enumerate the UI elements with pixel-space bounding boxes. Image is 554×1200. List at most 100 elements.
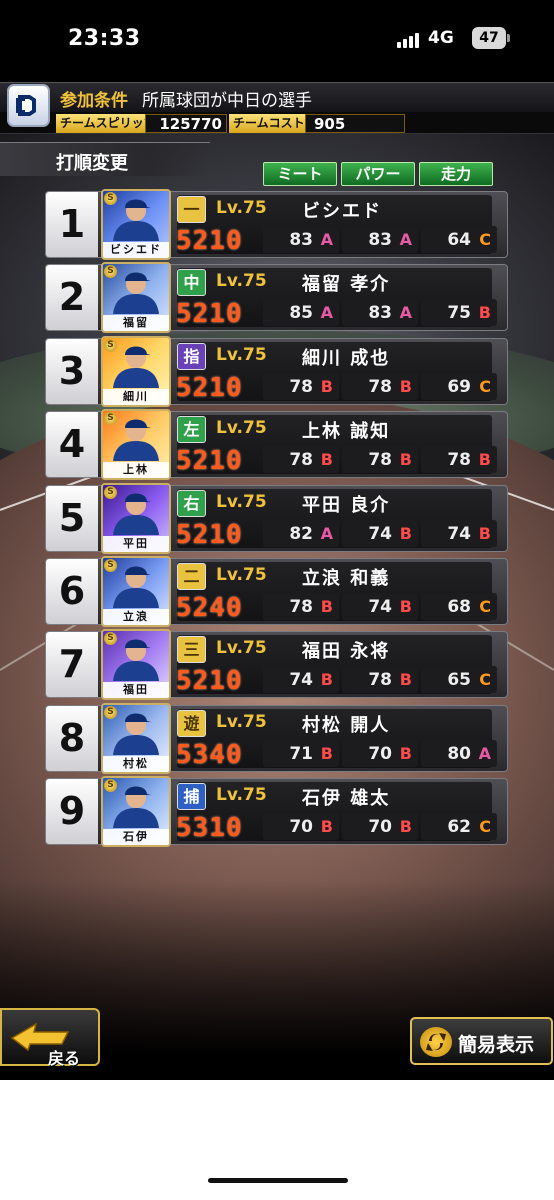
- simple-view-button[interactable]: 簡易表示: [410, 1017, 553, 1065]
- card-player-name: 平田: [103, 535, 169, 552]
- lineup-row[interactable]: 6 S 立浪 二 Lv.75 立浪 和義 5240 78 B 74 B 68 C: [45, 556, 508, 627]
- meet-value: 71: [289, 743, 313, 764]
- sort-speed-button[interactable]: 走力: [419, 162, 493, 186]
- speed-stat: 64 C: [421, 226, 497, 253]
- lineup-row[interactable]: 8 S 村松 遊 Lv.75 村松 開人 5340 71 B 70 B 80 A: [45, 702, 508, 774]
- lineup-row[interactable]: 5 S 平田 右 Lv.75 平田 良介 5210 82 A 74 B 74 B: [45, 482, 508, 554]
- power-stat: 70 B: [342, 813, 418, 841]
- speed-stat: 68 C: [421, 593, 497, 620]
- power-stat: 70 B: [342, 739, 418, 767]
- power-grade: A: [399, 230, 412, 249]
- power-stat: 74 B: [342, 519, 418, 547]
- meet-stat: 74 B: [263, 666, 339, 694]
- player-level: Lv.75: [216, 638, 267, 659]
- player-card[interactable]: S 福留: [101, 262, 171, 334]
- power-stat: 78 B: [342, 666, 418, 694]
- meet-stat: 70 B: [263, 813, 339, 841]
- meet-stat: 78 B: [263, 446, 339, 474]
- batting-order-number: 4: [46, 412, 98, 478]
- card-player-name: 立浪: [103, 609, 169, 625]
- cellular-signal-icon: [397, 32, 421, 48]
- position-badge: 二: [177, 563, 206, 590]
- power-grade: B: [399, 523, 412, 543]
- power-value: 74: [368, 597, 392, 617]
- player-level: Lv.75: [216, 565, 267, 585]
- meet-grade: B: [320, 670, 333, 690]
- player-card[interactable]: S 上林: [101, 409, 171, 481]
- player-card[interactable]: S 村松: [101, 702, 171, 774]
- lineup-row[interactable]: 9 S 石伊 捕 Lv.75 石伊 雄太 5310 70 B 70 B 62 C: [45, 776, 508, 848]
- player-card[interactable]: S 細川: [101, 335, 171, 407]
- power-value: 70: [368, 743, 392, 764]
- condition-label: 参加条件: [60, 91, 128, 111]
- meet-stat: 78 B: [263, 372, 339, 400]
- player-power: 5210: [176, 299, 243, 330]
- lineup-row[interactable]: 4 S 上林 左 Lv.75 上林 誠知 5210 78 B 78 B 78 B: [45, 409, 508, 481]
- sort-meet-button[interactable]: ミート: [263, 162, 337, 186]
- batting-order-number: 7: [46, 632, 98, 698]
- lineup-row[interactable]: 2 S 福留 中 Lv.75 福留 孝介 5210 85 A 83 A 75 B: [45, 262, 508, 334]
- series-badge-icon: S: [104, 485, 117, 499]
- speed-value: 62: [447, 817, 471, 838]
- player-name: 細川 成也: [302, 347, 391, 369]
- player-card[interactable]: S 立浪: [101, 556, 171, 627]
- speed-stat: 78 B: [421, 446, 497, 474]
- meet-stat: 82 A: [263, 519, 339, 547]
- simple-view-label: 簡易表示: [458, 1034, 535, 1056]
- speed-grade: C: [479, 597, 491, 616]
- player-name: 石伊 雄太: [302, 788, 391, 810]
- player-name: 福留 孝介: [302, 274, 391, 296]
- speed-stat: 80 A: [421, 739, 497, 767]
- speed-value: 80: [447, 743, 471, 764]
- player-power: 5210: [176, 226, 243, 256]
- series-badge-icon: S: [104, 559, 117, 572]
- power-value: 78: [368, 670, 392, 691]
- meet-grade: B: [320, 743, 333, 763]
- card-player-name: 石伊: [103, 829, 169, 846]
- player-power: 5210: [176, 666, 243, 697]
- power-value: 83: [368, 303, 392, 324]
- meet-value: 83: [289, 230, 313, 250]
- player-name: 村松 開人: [302, 714, 391, 736]
- section-header: 打順変更: [0, 142, 210, 176]
- speed-stat: 62 C: [421, 813, 497, 841]
- meet-value: 70: [289, 817, 313, 838]
- player-name: 立浪 和義: [302, 568, 391, 589]
- back-button[interactable]: 戻る: [0, 1008, 100, 1068]
- player-card[interactable]: S 福田: [101, 629, 171, 701]
- series-badge-icon: S: [104, 192, 117, 205]
- speed-value: 75: [447, 303, 471, 324]
- card-player-name: 上林: [103, 462, 169, 479]
- player-card[interactable]: S ビシエド: [101, 189, 171, 260]
- player-name: ビシエド: [302, 201, 382, 222]
- speed-value: 74: [447, 523, 471, 544]
- player-level: Lv.75: [216, 491, 267, 512]
- position-badge: 中: [177, 269, 206, 297]
- speed-grade: A: [478, 743, 491, 763]
- speed-stat: 75 B: [421, 299, 497, 327]
- meet-stat: 83 A: [263, 226, 339, 253]
- lineup-row[interactable]: 3 S 細川 指 Lv.75 細川 成也 5210 78 B 78 B 69 C: [45, 335, 508, 407]
- player-level: Lv.75: [216, 344, 267, 365]
- batting-order-number: 3: [46, 338, 98, 404]
- meet-grade: A: [320, 303, 333, 323]
- status-time: 23:33: [68, 26, 141, 51]
- lineup-row[interactable]: 1 S ビシエド 一 Lv.75 ビシエド 5210 83 A 83 A 64 …: [45, 189, 508, 260]
- power-grade: A: [399, 303, 412, 323]
- power-grade: B: [399, 597, 412, 616]
- batting-order-number: 9: [46, 779, 98, 845]
- player-card[interactable]: S 平田: [101, 482, 171, 554]
- batting-order-number: 2: [46, 265, 98, 331]
- player-card[interactable]: S 石伊: [101, 776, 171, 848]
- meet-stat: 71 B: [263, 739, 339, 767]
- player-power: 5210: [176, 446, 243, 477]
- meet-value: 82: [289, 523, 313, 544]
- lineup-row[interactable]: 7 S 福田 三 Lv.75 福田 永将 5210 74 B 78 B 65 C: [45, 629, 508, 701]
- sort-power-button[interactable]: パワー: [341, 162, 415, 186]
- speed-stat: 74 B: [421, 519, 497, 547]
- power-stat: 78 B: [342, 446, 418, 474]
- player-name: 福田 永将: [302, 641, 391, 663]
- power-value: 83: [368, 230, 392, 250]
- player-power: 5210: [176, 519, 243, 550]
- player-level: Lv.75: [216, 418, 267, 439]
